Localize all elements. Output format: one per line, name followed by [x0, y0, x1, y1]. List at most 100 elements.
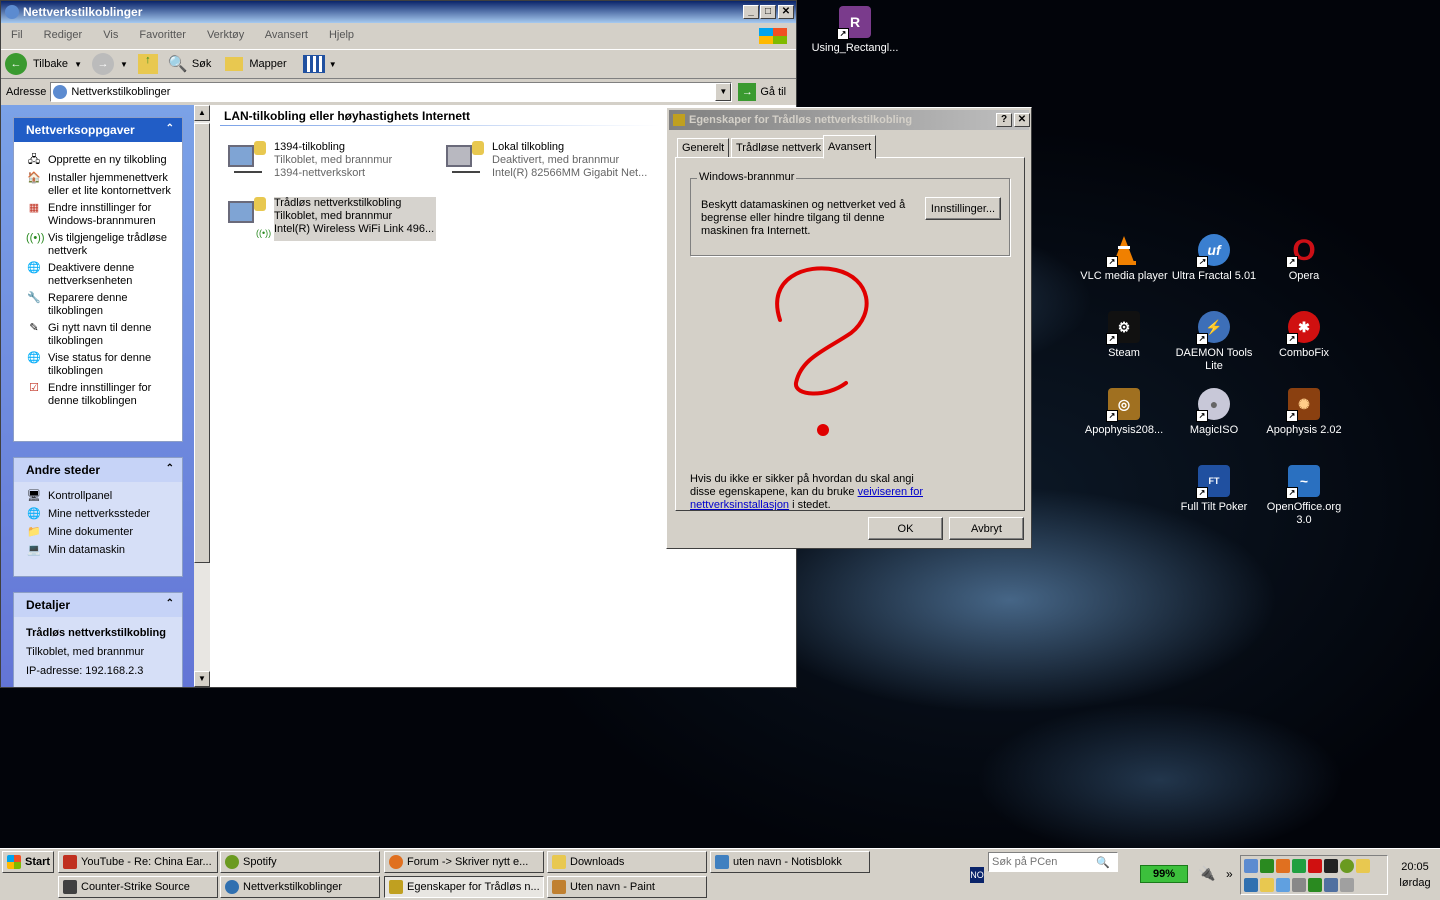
desktop-icon-daemon-tools[interactable]: ⚡ DAEMON Tools Lite [1169, 311, 1259, 373]
battery-meter[interactable]: 99% [1140, 865, 1188, 883]
tray-shield-icon[interactable] [1356, 859, 1370, 873]
task-rename-connection[interactable]: ✎ Gi nytt navn til denne tilkoblingen [14, 320, 182, 350]
scroll-down-button[interactable]: ▼ [194, 671, 210, 687]
task-pane-scrollbar[interactable]: ▲ ▼ [194, 105, 210, 687]
explorer-titlebar[interactable]: Nettverkstilkoblinger _ □ ✕ [1, 1, 796, 23]
task-home-network[interactable]: 🏠 Installer hjemmenettverk eller et lite … [14, 170, 182, 200]
desktop-icon-openoffice[interactable]: ~ OpenOffice.org 3.0 [1259, 465, 1349, 527]
search-field[interactable]: 🔍 [988, 852, 1118, 872]
go-button[interactable]: Gå til [760, 86, 786, 98]
task-spotify[interactable]: Spotify [220, 851, 380, 873]
menu-fil[interactable]: Fil [11, 29, 23, 41]
menu-favoritter[interactable]: Favoritter [139, 29, 185, 41]
desktop-icon-steam[interactable]: ⚙ Steam [1079, 311, 1169, 360]
connection-local[interactable]: Lokal tilkobling Deaktivert, med brannmur… [442, 141, 647, 185]
cancel-button[interactable]: Avbryt [949, 517, 1024, 540]
desktop-icon-winrar[interactable]: R Using_Rectangl... [810, 6, 900, 55]
task-network-connections[interactable]: Nettverkstilkoblinger [220, 876, 380, 898]
tray-printer-icon[interactable] [1292, 878, 1306, 892]
tray-usb-icon[interactable] [1260, 878, 1274, 892]
task-notepad[interactable]: uten navn - Notisblokk [710, 851, 870, 873]
folders-button[interactable]: Mapper [249, 58, 286, 70]
settings-button[interactable]: Innstillinger... [925, 197, 1001, 220]
desktop-icon-magiciso[interactable]: ● MagicISO [1169, 388, 1259, 437]
language-indicator[interactable]: NO [970, 867, 984, 883]
task-create-connection[interactable]: 🖧 Opprette en ny tilkobling [14, 152, 182, 170]
tray-monitor-icon[interactable] [1244, 878, 1258, 892]
close-button[interactable]: ✕ [778, 5, 794, 19]
tab-general[interactable]: Generelt [677, 138, 730, 158]
place-my-documents[interactable]: 📁 Mine dokumenter [14, 524, 182, 542]
minimize-button[interactable]: _ [743, 5, 759, 19]
task-firewall-settings[interactable]: ▦ Endre innstillinger for Windows-brannmu… [14, 200, 182, 230]
desktop-icon-apophysis208[interactable]: ◎ Apophysis208... [1079, 388, 1169, 437]
search-input[interactable] [992, 856, 1096, 868]
details-header[interactable]: Detaljer ⌃ [14, 593, 182, 617]
clock[interactable]: 20:05 lørdag [1392, 859, 1438, 891]
up-folder-icon[interactable]: ↑ [137, 54, 158, 74]
task-counter-strike[interactable]: Counter-Strike Source [58, 876, 218, 898]
task-youtube[interactable]: YouTube - Re: China Ear... [58, 851, 218, 873]
scroll-up-button[interactable]: ▲ [194, 105, 210, 121]
menu-hjelp[interactable]: Hjelp [329, 29, 354, 41]
menu-verktoy[interactable]: Verktøy [207, 29, 244, 41]
chevron-down-icon[interactable]: ▼ [715, 83, 732, 101]
back-button[interactable]: Tilbake [33, 58, 68, 70]
forward-arrow-icon[interactable]: → [91, 53, 114, 75]
tray-network-icon[interactable] [1244, 859, 1258, 873]
place-control-panel[interactable]: 🖥 Kontrollpanel [14, 488, 182, 506]
collapse-icon[interactable]: ⌃ [166, 123, 174, 134]
connection-1394[interactable]: 1394-tilkobling Tilkoblet, med brannmur 13… [224, 141, 392, 185]
search-icon[interactable]: 🔍 [1096, 856, 1110, 869]
views-icon[interactable] [302, 55, 325, 73]
tray-spotify-icon[interactable] [1340, 859, 1354, 873]
go-arrow-icon[interactable]: → [738, 83, 757, 101]
desktop-icon-opera[interactable]: O Opera [1259, 234, 1349, 283]
tray-display-icon[interactable] [1324, 878, 1338, 892]
menu-avansert[interactable]: Avansert [265, 29, 308, 41]
tab-wireless-networks[interactable]: Trådløse nettverk [731, 138, 827, 158]
tray-antivirus-icon[interactable] [1276, 859, 1290, 873]
search-button[interactable]: Søk [192, 58, 212, 70]
tray-people-icon[interactable] [1276, 878, 1290, 892]
task-forum[interactable]: Forum -> Skriver nytt e... [384, 851, 544, 873]
network-tasks-header[interactable]: Nettverksoppgaver ⌃ [14, 118, 182, 142]
place-my-computer[interactable]: 💻 Min datamaskin [14, 542, 182, 560]
tray-h-icon[interactable] [1292, 859, 1306, 873]
desktop-icon-full-tilt[interactable]: FT Full Tilt Poker [1169, 465, 1259, 514]
tray-wireless-icon[interactable] [1308, 878, 1322, 892]
task-repair-connection[interactable]: 🔧 Reparere denne tilkoblingen [14, 290, 182, 320]
task-wireless-networks[interactable]: ((•)) Vis tilgjengelige trådløse nettverk [14, 230, 182, 260]
other-places-header[interactable]: Andre steder ⌃ [14, 458, 182, 482]
address-field[interactable]: Nettverkstilkoblinger ▼ [50, 82, 733, 102]
tray-steam-icon[interactable] [1324, 859, 1338, 873]
help-button[interactable]: ? [996, 113, 1012, 127]
task-disable-device[interactable]: 🌐 Deaktivere denne nettverksenheten [14, 260, 182, 290]
scroll-thumb[interactable] [194, 123, 210, 563]
task-downloads[interactable]: Downloads [547, 851, 707, 873]
dialog-titlebar[interactable]: Egenskaper for Trådløs nettverkstilkobli… [669, 110, 1030, 130]
desktop-icon-ultra-fractal[interactable]: uf Ultra Fractal 5.01 [1169, 234, 1259, 283]
task-properties[interactable]: Egenskaper for Trådløs n... [384, 876, 544, 898]
collapse-icon[interactable]: ⌃ [166, 463, 174, 474]
tray-signal-icon[interactable] [1260, 859, 1274, 873]
maximize-button[interactable]: □ [760, 5, 776, 19]
ok-button[interactable]: OK [868, 517, 943, 540]
task-view-status[interactable]: 🌐 Vise status for denne tilkoblingen [14, 350, 182, 380]
connection-wireless[interactable]: ((•)) Trådløs nettverkstilkobling Tilkobl… [224, 197, 437, 241]
back-arrow-icon[interactable]: ← [5, 53, 27, 75]
task-paint[interactable]: Uten navn - Paint [547, 876, 707, 898]
task-change-settings[interactable]: ☑ Endre innstillinger for denne tilkoblin… [14, 380, 182, 410]
menu-rediger[interactable]: Rediger [44, 29, 83, 41]
desktop-icon-combofix[interactable]: ✱ ComboFix [1259, 311, 1349, 360]
tab-advanced[interactable]: Avansert [823, 135, 877, 159]
dialog-close-button[interactable]: ✕ [1014, 113, 1030, 127]
desktop-icon-apophysis-202[interactable]: ✺ Apophysis 2.02 [1259, 388, 1349, 437]
menu-vis[interactable]: Vis [103, 29, 118, 41]
tray-flash-icon[interactable] [1308, 859, 1322, 873]
show-hidden-icons[interactable]: » [1226, 867, 1233, 881]
start-button[interactable]: Start [2, 851, 54, 873]
desktop-icon-vlc[interactable]: VLC media player [1079, 234, 1169, 283]
place-network-places[interactable]: 🌐 Mine nettverkssteder [14, 506, 182, 524]
tray-hardware-icon[interactable] [1340, 878, 1354, 892]
